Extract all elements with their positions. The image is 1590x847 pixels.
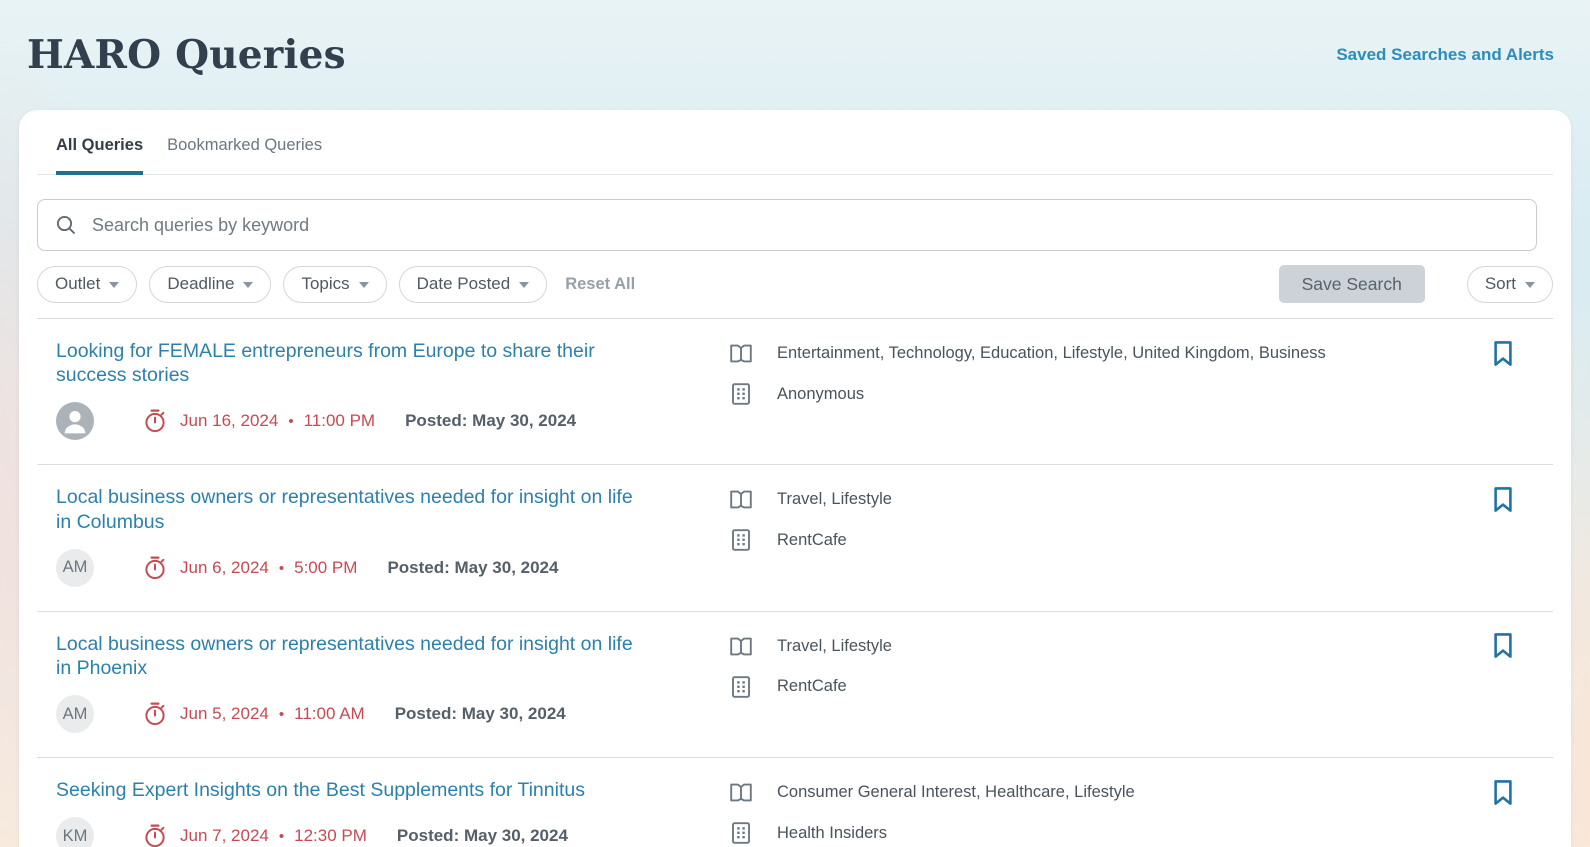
deadline-date: Jun 7, 2024 bbox=[180, 826, 269, 846]
search-input[interactable] bbox=[92, 215, 1520, 236]
chevron-down-icon bbox=[109, 282, 119, 288]
deadline-filter-label: Deadline bbox=[167, 274, 234, 294]
outlet-text: RentCafe bbox=[777, 531, 847, 550]
bookmark-button[interactable] bbox=[1493, 339, 1513, 367]
search-box[interactable] bbox=[37, 199, 1537, 251]
chevron-down-icon bbox=[519, 282, 529, 288]
query-title-link[interactable]: Looking for FEMALE entrepreneurs from Eu… bbox=[56, 339, 636, 387]
stopwatch-icon bbox=[142, 408, 168, 434]
building-icon bbox=[728, 674, 754, 700]
query-title-link[interactable]: Local business owners or representatives… bbox=[56, 632, 636, 680]
deadline-time: 5:00 PM bbox=[294, 558, 357, 578]
outlet-line: RentCafe bbox=[728, 674, 1553, 700]
filter-right-group: Save Search Sort bbox=[1279, 265, 1553, 303]
chevron-down-icon bbox=[359, 282, 369, 288]
topics-line: Travel, Lifestyle bbox=[728, 634, 1553, 659]
stopwatch-icon bbox=[142, 701, 168, 727]
outlet-text: RentCafe bbox=[777, 677, 847, 696]
stopwatch-icon bbox=[142, 823, 168, 847]
deadline-time: 12:30 PM bbox=[294, 826, 367, 846]
outlet-line: Anonymous bbox=[728, 381, 1553, 407]
tabs-bar: All Queries Bookmarked Queries bbox=[37, 110, 1553, 175]
topics-filter-label: Topics bbox=[301, 274, 349, 294]
posted-date: Posted: May 30, 2024 bbox=[395, 704, 566, 724]
query-row: Seeking Expert Insights on the Best Supp… bbox=[37, 757, 1553, 847]
queries-card: All Queries Bookmarked Queries Outlet De… bbox=[19, 110, 1571, 847]
outlet-text: Anonymous bbox=[777, 385, 864, 404]
query-title-link[interactable]: Seeking Expert Insights on the Best Supp… bbox=[56, 778, 636, 802]
deadline: Jun 16, 2024 11:00 PM bbox=[142, 408, 375, 434]
avatar: KM bbox=[56, 817, 94, 847]
building-icon bbox=[728, 527, 754, 553]
search-icon bbox=[54, 213, 78, 237]
deadline: Jun 5, 2024 11:00 AM bbox=[142, 701, 365, 727]
topics-text: Consumer General Interest, Healthcare, L… bbox=[777, 783, 1135, 802]
book-icon bbox=[728, 634, 754, 659]
deadline: Jun 7, 2024 12:30 PM bbox=[142, 823, 367, 847]
stopwatch-icon bbox=[142, 555, 168, 581]
query-list: Looking for FEMALE entrepreneurs from Eu… bbox=[37, 318, 1553, 847]
outlet-line: Health Insiders bbox=[728, 820, 1553, 846]
save-search-button[interactable]: Save Search bbox=[1279, 265, 1425, 303]
reset-all-button[interactable]: Reset All bbox=[565, 275, 635, 294]
outlet-filter-button[interactable]: Outlet bbox=[37, 266, 137, 303]
avatar: AM bbox=[56, 695, 94, 733]
bookmark-icon bbox=[1493, 340, 1513, 367]
dot-separator bbox=[269, 826, 294, 846]
posted-date: Posted: May 30, 2024 bbox=[397, 826, 568, 846]
person-icon bbox=[56, 402, 94, 440]
date-posted-filter-label: Date Posted bbox=[417, 274, 511, 294]
dot-separator bbox=[278, 411, 303, 431]
outlet-line: RentCafe bbox=[728, 527, 1553, 553]
bookmark-icon bbox=[1493, 632, 1513, 659]
bookmark-button[interactable] bbox=[1493, 485, 1513, 513]
bookmark-icon bbox=[1493, 779, 1513, 806]
topics-text: Travel, Lifestyle bbox=[777, 490, 892, 509]
query-row: Local business owners or representatives… bbox=[37, 464, 1553, 610]
deadline: Jun 6, 2024 5:00 PM bbox=[142, 555, 357, 581]
saved-searches-link[interactable]: Saved Searches and Alerts bbox=[1336, 45, 1554, 65]
tab-all-queries[interactable]: All Queries bbox=[56, 130, 143, 175]
deadline-time: 11:00 PM bbox=[304, 411, 376, 431]
avatar bbox=[56, 402, 94, 440]
query-row: Local business owners or representatives… bbox=[37, 611, 1553, 757]
deadline-filter-button[interactable]: Deadline bbox=[149, 266, 271, 303]
book-icon bbox=[728, 780, 754, 805]
bookmark-button[interactable] bbox=[1493, 778, 1513, 806]
query-title-link[interactable]: Local business owners or representatives… bbox=[56, 485, 636, 533]
deadline-date: Jun 5, 2024 bbox=[180, 704, 269, 724]
topics-text: Travel, Lifestyle bbox=[777, 637, 892, 656]
topics-line: Travel, Lifestyle bbox=[728, 487, 1553, 512]
posted-date: Posted: May 30, 2024 bbox=[387, 558, 558, 578]
page-title: HARO Queries bbox=[27, 32, 346, 78]
topics-line: Consumer General Interest, Healthcare, L… bbox=[728, 780, 1553, 805]
dot-separator bbox=[269, 704, 294, 724]
filter-bar: Outlet Deadline Topics Date Posted Reset… bbox=[37, 265, 1553, 303]
query-row: Looking for FEMALE entrepreneurs from Eu… bbox=[37, 319, 1553, 464]
dot-separator bbox=[269, 558, 294, 578]
bookmark-icon bbox=[1493, 486, 1513, 513]
topics-line: Entertainment, Technology, Education, Li… bbox=[728, 341, 1553, 366]
top-bar: HARO Queries Saved Searches and Alerts bbox=[0, 0, 1590, 110]
book-icon bbox=[728, 487, 754, 512]
book-icon bbox=[728, 341, 754, 366]
chevron-down-icon bbox=[1525, 282, 1535, 288]
avatar: AM bbox=[56, 549, 94, 587]
building-icon bbox=[728, 820, 754, 846]
deadline-date: Jun 6, 2024 bbox=[180, 558, 269, 578]
sort-button[interactable]: Sort bbox=[1467, 266, 1553, 303]
posted-date: Posted: May 30, 2024 bbox=[405, 411, 576, 431]
outlet-filter-label: Outlet bbox=[55, 274, 100, 294]
sort-label: Sort bbox=[1485, 274, 1516, 294]
tab-bookmarked-queries[interactable]: Bookmarked Queries bbox=[167, 130, 322, 175]
outlet-text: Health Insiders bbox=[777, 824, 887, 843]
topics-filter-button[interactable]: Topics bbox=[283, 266, 386, 303]
building-icon bbox=[728, 381, 754, 407]
deadline-time: 11:00 AM bbox=[294, 704, 365, 724]
date-posted-filter-button[interactable]: Date Posted bbox=[399, 266, 548, 303]
deadline-date: Jun 16, 2024 bbox=[180, 411, 278, 431]
chevron-down-icon bbox=[243, 282, 253, 288]
topics-text: Entertainment, Technology, Education, Li… bbox=[777, 344, 1326, 363]
bookmark-button[interactable] bbox=[1493, 632, 1513, 660]
